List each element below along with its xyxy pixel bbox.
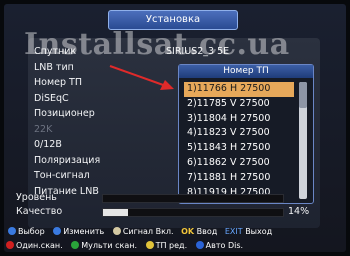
yellow-key-tp-edit[interactable]: ТП ред. [145, 240, 187, 252]
menu-item-0-12v[interactable]: 0/12В [34, 137, 144, 153]
tp-list-item[interactable]: 3)11804 H 27500 [184, 112, 294, 127]
red-key-icon [6, 240, 14, 249]
menu-item-polarization[interactable]: Поляризация [34, 153, 144, 169]
satellite-value[interactable]: SIRIUS2_3 5E [166, 44, 229, 60]
level-meter [102, 194, 284, 203]
quality-meter [102, 208, 284, 217]
scrollbar[interactable] [299, 82, 307, 199]
select-hint: Выбор [8, 226, 45, 238]
level-label: Уровень [16, 192, 57, 203]
popup-title: Номер ТП [179, 65, 313, 78]
red-arrow-annotation [109, 65, 174, 90]
osd-screen: Установка Спутник LNB тип Номер ТП DiSEq… [4, 4, 346, 252]
quality-percent: 14% [288, 206, 310, 217]
tp-list-item[interactable]: 7)11881 H 27500 [184, 171, 294, 186]
window-title: Установка [108, 10, 238, 30]
menu-item-satellite[interactable]: Спутник [34, 44, 144, 60]
enter-hint: OK Ввод [181, 227, 218, 236]
function-key-bar: Один.скан. Мульти скан. ТП ред. Авто Dis… [6, 240, 344, 252]
signal-hint: Сигнал Вкл. [112, 226, 174, 238]
menu-item-tone-signal[interactable]: Тон-сигнал [34, 168, 144, 184]
quality-label: Качество [16, 206, 63, 217]
yellow-key-icon [145, 240, 154, 249]
menu-item-22k: 22K [34, 123, 53, 135]
speaker-icon [112, 226, 121, 235]
exit-hint: EXIT Выход [224, 227, 273, 236]
hint-bar: Выбор Изменить Сигнал Вкл. OK Ввод EXIT … [8, 226, 346, 238]
nav-leftright-icon [53, 226, 62, 235]
blue-key-icon [195, 240, 204, 249]
menu-item-positioner[interactable]: Позиционер [34, 106, 144, 122]
green-key-multi-scan[interactable]: Мульти скан. [71, 240, 137, 252]
nav-updown-icon [8, 226, 16, 235]
quality-meter-fill [103, 209, 129, 216]
tp-list-item[interactable]: 2)11785 V 27500 [184, 97, 294, 112]
red-key-single-scan[interactable]: Один.скан. [6, 240, 63, 252]
green-key-icon [71, 240, 80, 249]
change-hint: Изменить [53, 226, 104, 238]
tp-list: 1)11766 H 27500 2)11785 V 27500 3)11804 … [184, 82, 294, 200]
tp-list-item[interactable]: 4)11823 V 27500 [184, 126, 294, 141]
tp-select-popup: Номер ТП 1)11766 H 27500 2)11785 V 27500… [178, 64, 314, 204]
tv-screen-frame: Установка Спутник LNB тип Номер ТП DiSEq… [0, 0, 350, 256]
scrollbar-thumb[interactable] [299, 82, 307, 108]
tp-list-item[interactable]: 1)11766 H 27500 [184, 82, 294, 97]
tp-list-item[interactable]: 5)11843 H 27500 [184, 141, 294, 156]
tp-list-item[interactable]: 6)11862 V 27500 [184, 156, 294, 171]
blue-key-auto-dis[interactable]: Авто Dis. [195, 240, 243, 252]
